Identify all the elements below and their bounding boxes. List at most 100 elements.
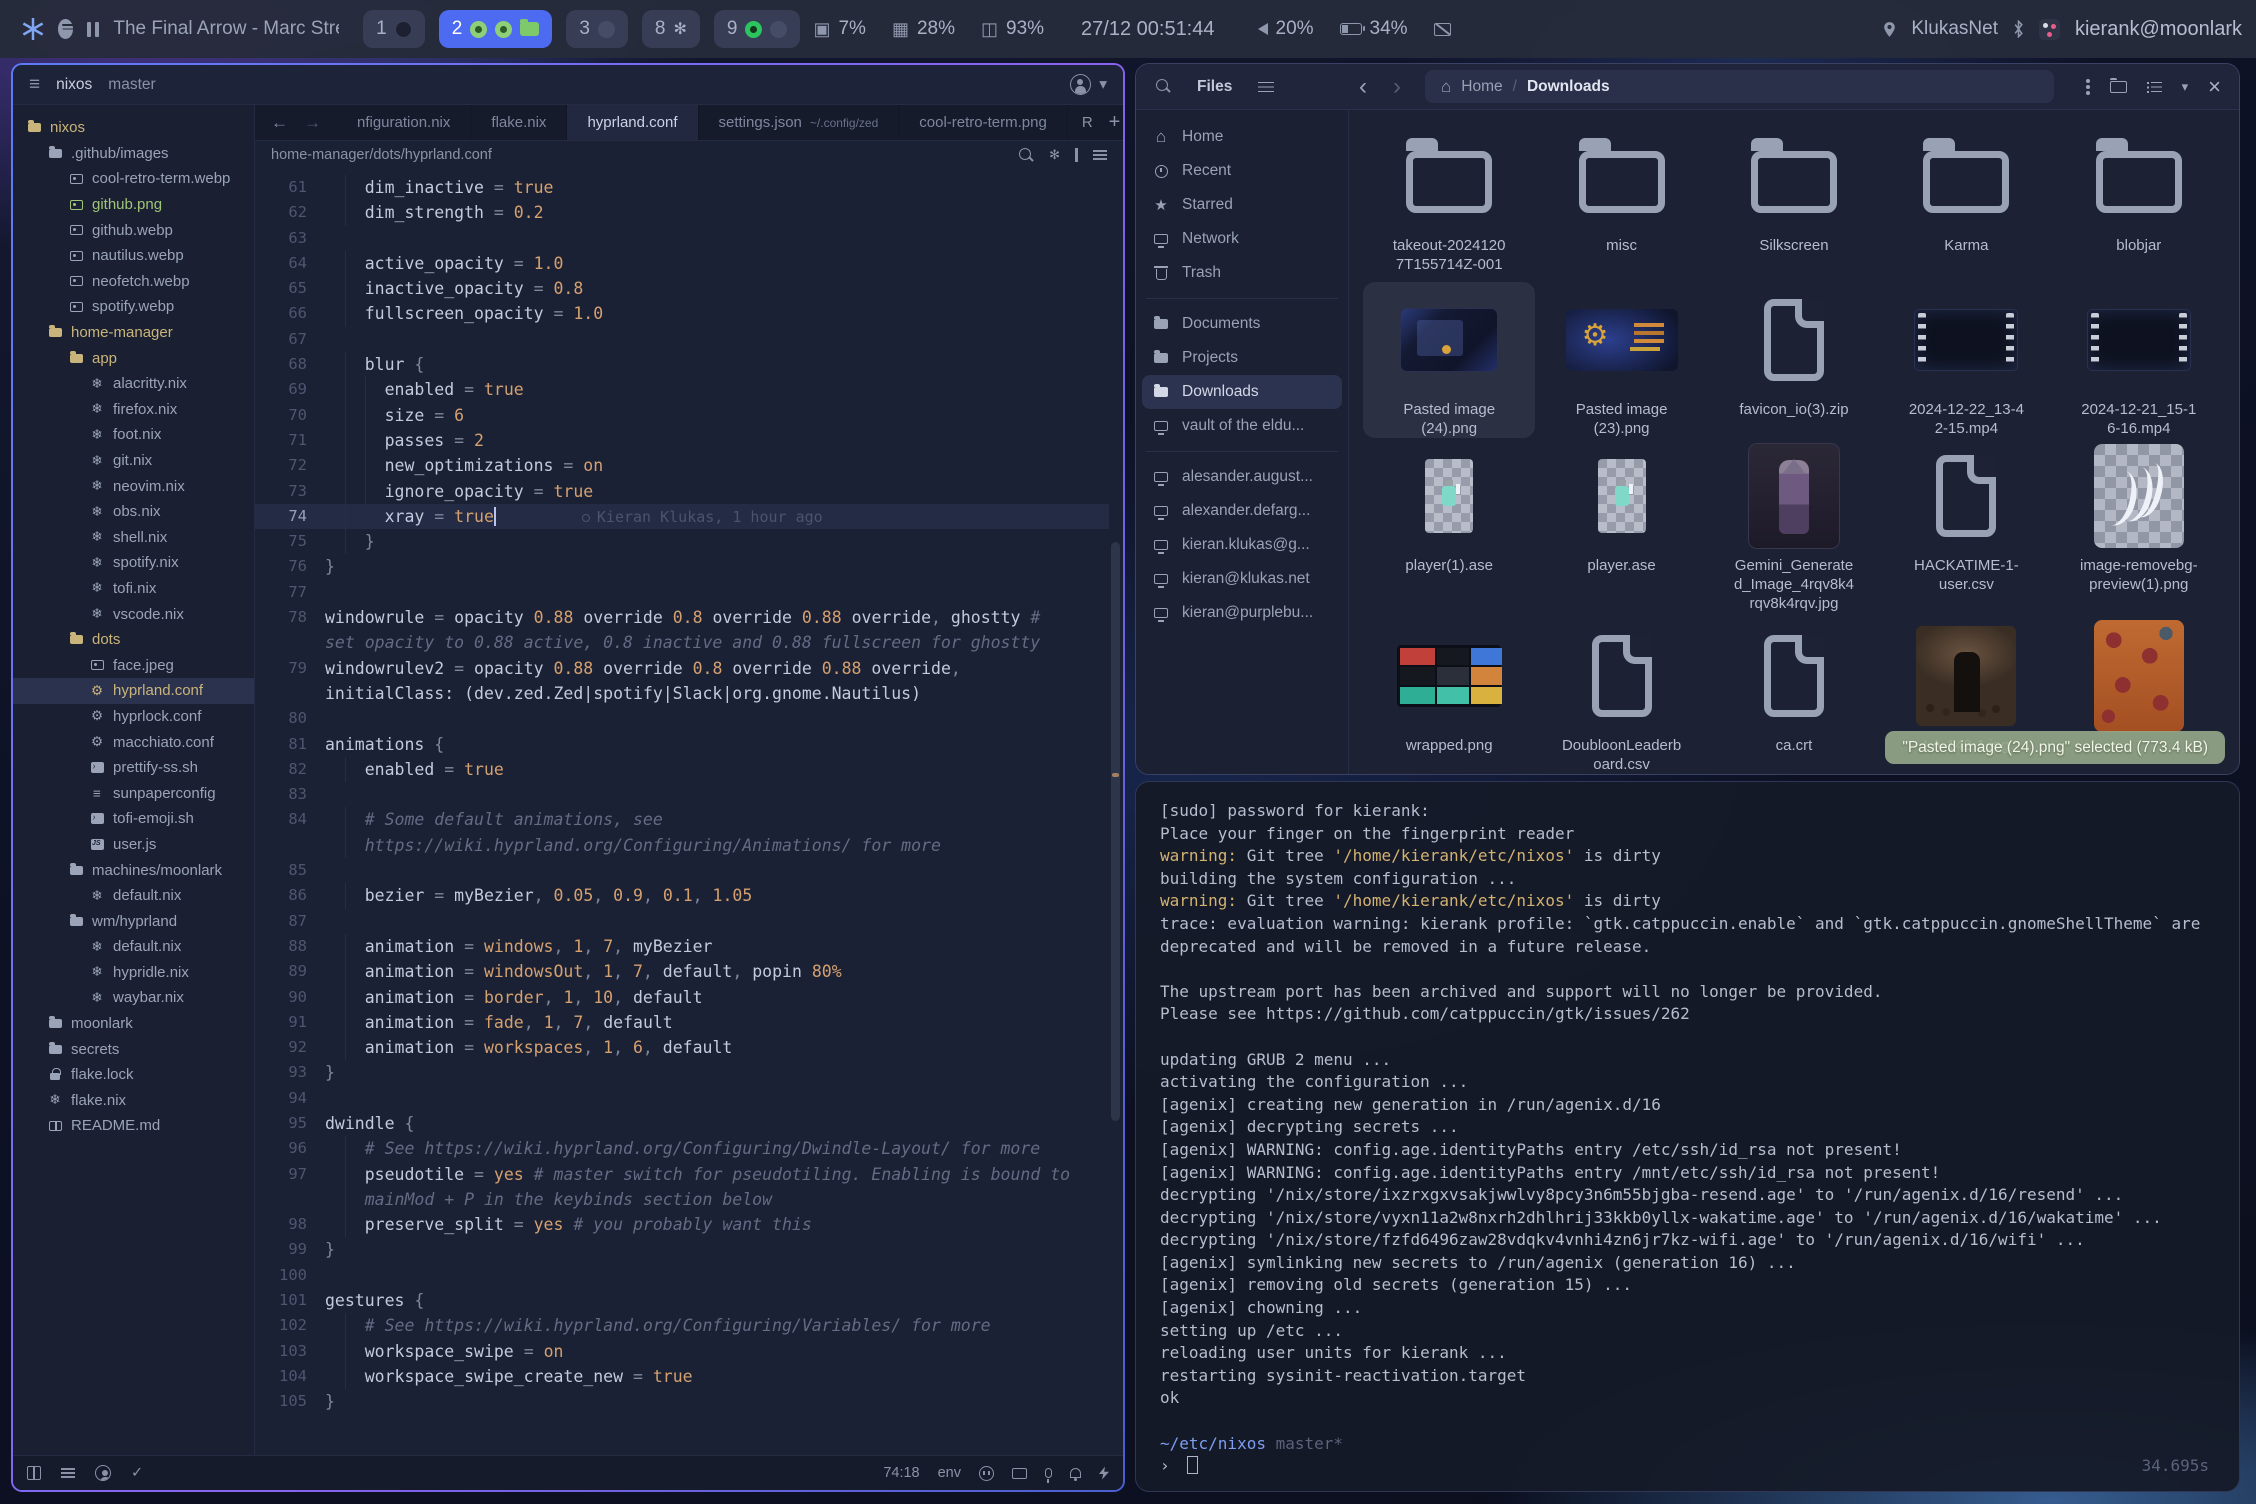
code-line-87[interactable]: 87: [255, 909, 1109, 934]
code-line-84[interactable]: 84# Some default animations, see: [255, 807, 1109, 832]
sidebar-item-Recent[interactable]: Recent: [1142, 154, 1342, 188]
code-line-79[interactable]: 79windowrulev2 = opacity 0.88 override 0…: [255, 656, 1109, 681]
file-item-blobjar[interactable]: blobjar: [2053, 118, 2225, 282]
tree-item-hyprlock.conf[interactable]: ⚙hyprlock.conf: [13, 704, 254, 730]
code-line-67[interactable]: 67: [255, 327, 1109, 352]
close-icon[interactable]: ×: [2208, 74, 2221, 100]
tab-settings.json[interactable]: settings.json~/.config/zed: [699, 105, 900, 140]
tree-item-hypridle.nix[interactable]: ❄hypridle.nix: [13, 960, 254, 986]
app-indicator-icon[interactable]: [2039, 19, 2060, 40]
code-line-96[interactable]: 96# See https://wiki.hyprland.org/Config…: [255, 1136, 1109, 1161]
file-item-player(1).ase[interactable]: player(1).ase: [1363, 438, 1535, 618]
sidebar-item-Starred[interactable]: ★Starred: [1142, 188, 1342, 222]
file-item-favicon_io(3).zip[interactable]: favicon_io(3).zip: [1708, 282, 1880, 438]
nav-back-icon[interactable]: ←: [271, 113, 288, 133]
tree-item-firefox.nix[interactable]: ❄firefox.nix: [13, 397, 254, 423]
file-item-2024-12-22_13-4[interactable]: 2024-12-22_13-4 2-15.mp4: [1880, 282, 2052, 438]
diagnostics-check-icon[interactable]: ✓: [131, 1465, 143, 1481]
code-line-wrap[interactable]: https://wiki.hyprland.org/Configuring/An…: [255, 833, 1109, 858]
code-line-83[interactable]: 83: [255, 782, 1109, 807]
tab-hyprland.conf[interactable]: hyprland.conf: [567, 105, 698, 140]
code-line-85[interactable]: 85: [255, 858, 1109, 883]
code-line-wrap[interactable]: set opacity to 0.88 active, 0.8 inactive…: [255, 630, 1109, 655]
code-editor[interactable]: 61dim_inactive = true62dim_strength = 0.…: [255, 169, 1109, 1455]
tab-nfiguration.nix[interactable]: nfiguration.nix: [337, 105, 471, 140]
search-icon[interactable]: [1019, 148, 1034, 163]
code-line-62[interactable]: 62dim_strength = 0.2: [255, 200, 1109, 225]
tree-item-foot.nix[interactable]: ❄foot.nix: [13, 422, 254, 448]
workspace-3[interactable]: 3: [566, 10, 628, 48]
tree-item-face.jpeg[interactable]: face.jpeg: [13, 652, 254, 678]
tree-item-wm/hyprland[interactable]: wm/hyprland: [13, 908, 254, 934]
sidebar-item-Projects[interactable]: Projects: [1142, 341, 1342, 375]
code-line-90[interactable]: 90animation = border, 1, 10, default: [255, 985, 1109, 1010]
files-search-icon[interactable]: [1156, 79, 1171, 94]
code-line-104[interactable]: 104workspace_swipe_create_new = true: [255, 1364, 1109, 1389]
tree-item-nixos[interactable]: nixos: [13, 115, 254, 141]
code-line-69[interactable]: 69enabled = true: [255, 377, 1109, 402]
notifications-icon[interactable]: [1070, 1468, 1081, 1478]
code-line-105[interactable]: 105}: [255, 1389, 1109, 1414]
workspace-2[interactable]: 2: [439, 10, 553, 48]
code-line-73[interactable]: 73ignore_opacity = true: [255, 479, 1109, 504]
code-line-64[interactable]: 64active_opacity = 1.0: [255, 251, 1109, 276]
code-line-wrap[interactable]: mainMod + P in the keybinds section belo…: [255, 1187, 1109, 1212]
screen-share-icon[interactable]: [1012, 1468, 1027, 1479]
cursor-position[interactable]: 74:18: [883, 1465, 919, 1481]
file-item-Pasted image[interactable]: Pasted image (24).png: [1363, 282, 1535, 438]
code-line-91[interactable]: 91animation = fade, 1, 7, default: [255, 1010, 1109, 1035]
sidebar-item-kieran.klukas@g...[interactable]: kieran.klukas@g...: [1142, 528, 1342, 562]
code-line-72[interactable]: 72new_optimizations = on: [255, 453, 1109, 478]
file-item-Gemini_Generate[interactable]: Gemini_Generate d_Image_4rqv8k4 rqv8k4rq…: [1708, 438, 1880, 618]
sidebar-item-Home[interactable]: ⌂Home: [1142, 120, 1342, 154]
view-toggle-icon[interactable]: [2147, 81, 2162, 93]
filter-icon[interactable]: [1093, 149, 1107, 161]
sidebar-item-Network[interactable]: Network: [1142, 222, 1342, 256]
nav-forward-icon[interactable]: →: [304, 113, 321, 133]
tree-item-obs.nix[interactable]: ❄obs.nix: [13, 499, 254, 525]
tree-item-flake.lock[interactable]: flake.lock: [13, 1062, 254, 1088]
code-line-86[interactable]: 86bezier = myBezier, 0.05, 0.9, 0.1, 1.0…: [255, 883, 1109, 908]
code-line-74[interactable]: 74xray = trueKieran Klukas, 1 hour ago: [255, 504, 1109, 529]
inline-assist-icon[interactable]: ✻: [1049, 147, 1060, 163]
tree-item-secrets[interactable]: secrets: [13, 1036, 254, 1062]
new-folder-icon[interactable]: [2110, 81, 2127, 93]
code-line-80[interactable]: 80: [255, 706, 1109, 731]
tree-item-flake.nix[interactable]: ❄flake.nix: [13, 1088, 254, 1114]
tab-flake.nix[interactable]: flake.nix: [471, 105, 567, 140]
tree-item-dots[interactable]: dots: [13, 627, 254, 653]
tree-item-default.nix[interactable]: ❄default.nix: [13, 883, 254, 909]
code-line-94[interactable]: 94: [255, 1086, 1109, 1111]
text-cursor-icon[interactable]: [1075, 148, 1078, 162]
workspace-9[interactable]: 9: [714, 10, 801, 48]
file-item-2024-12-21_15-1[interactable]: 2024-12-21_15-1 6-16.mp4: [2053, 282, 2225, 438]
file-item-image-removebg-[interactable]: image-removebg- preview(1).png: [2053, 438, 2225, 618]
file-item-Karma[interactable]: Karma: [1880, 118, 2052, 282]
code-line-70[interactable]: 70size = 6: [255, 403, 1109, 428]
breadcrumb-current[interactable]: Downloads: [1527, 78, 1610, 96]
sidebar-item-Downloads[interactable]: Downloads: [1142, 375, 1342, 409]
kebab-menu-icon[interactable]: [2086, 85, 2090, 89]
tree-item-tofi-emoji.sh[interactable]: tofi-emoji.sh: [13, 806, 254, 832]
tree-item-moonlark[interactable]: moonlark: [13, 1011, 254, 1037]
tree-item-git.nix[interactable]: ❄git.nix: [13, 448, 254, 474]
files-back-icon[interactable]: ‹: [1359, 73, 1367, 101]
code-line-103[interactable]: 103workspace_swipe = on: [255, 1339, 1109, 1364]
microphone-icon[interactable]: [1045, 1468, 1052, 1478]
tree-item-neofetch.webp[interactable]: neofetch.webp: [13, 269, 254, 295]
code-line-wrap[interactable]: initialClass: (dev.zed.Zed|spotify|Slack…: [255, 681, 1109, 706]
code-line-81[interactable]: 81animations {: [255, 732, 1109, 757]
sidebar-item-alexander.defarg...[interactable]: alexander.defarg...: [1142, 494, 1342, 528]
workspace-8[interactable]: 8✻: [642, 10, 700, 48]
tab-cool-retro-term.png[interactable]: cool-retro-term.png: [899, 105, 1068, 140]
files-menu-icon[interactable]: [1258, 81, 1274, 93]
env-indicator[interactable]: env: [938, 1465, 961, 1481]
editor-scrollbar[interactable]: [1110, 169, 1121, 1455]
path-bar[interactable]: ⌂ Home / Downloads: [1425, 70, 2054, 103]
now-playing[interactable]: The Final Arrow - Marc Streitenfeld: [113, 18, 339, 40]
tree-item-app[interactable]: app: [13, 345, 254, 371]
collab-avatar-icon[interactable]: [1070, 74, 1091, 95]
tree-item-hyprland.conf[interactable]: ⚙hyprland.conf: [13, 678, 254, 704]
code-line-68[interactable]: 68blur {: [255, 352, 1109, 377]
tree-item-sunpaperconfig[interactable]: ≡sunpaperconfig: [13, 780, 254, 806]
